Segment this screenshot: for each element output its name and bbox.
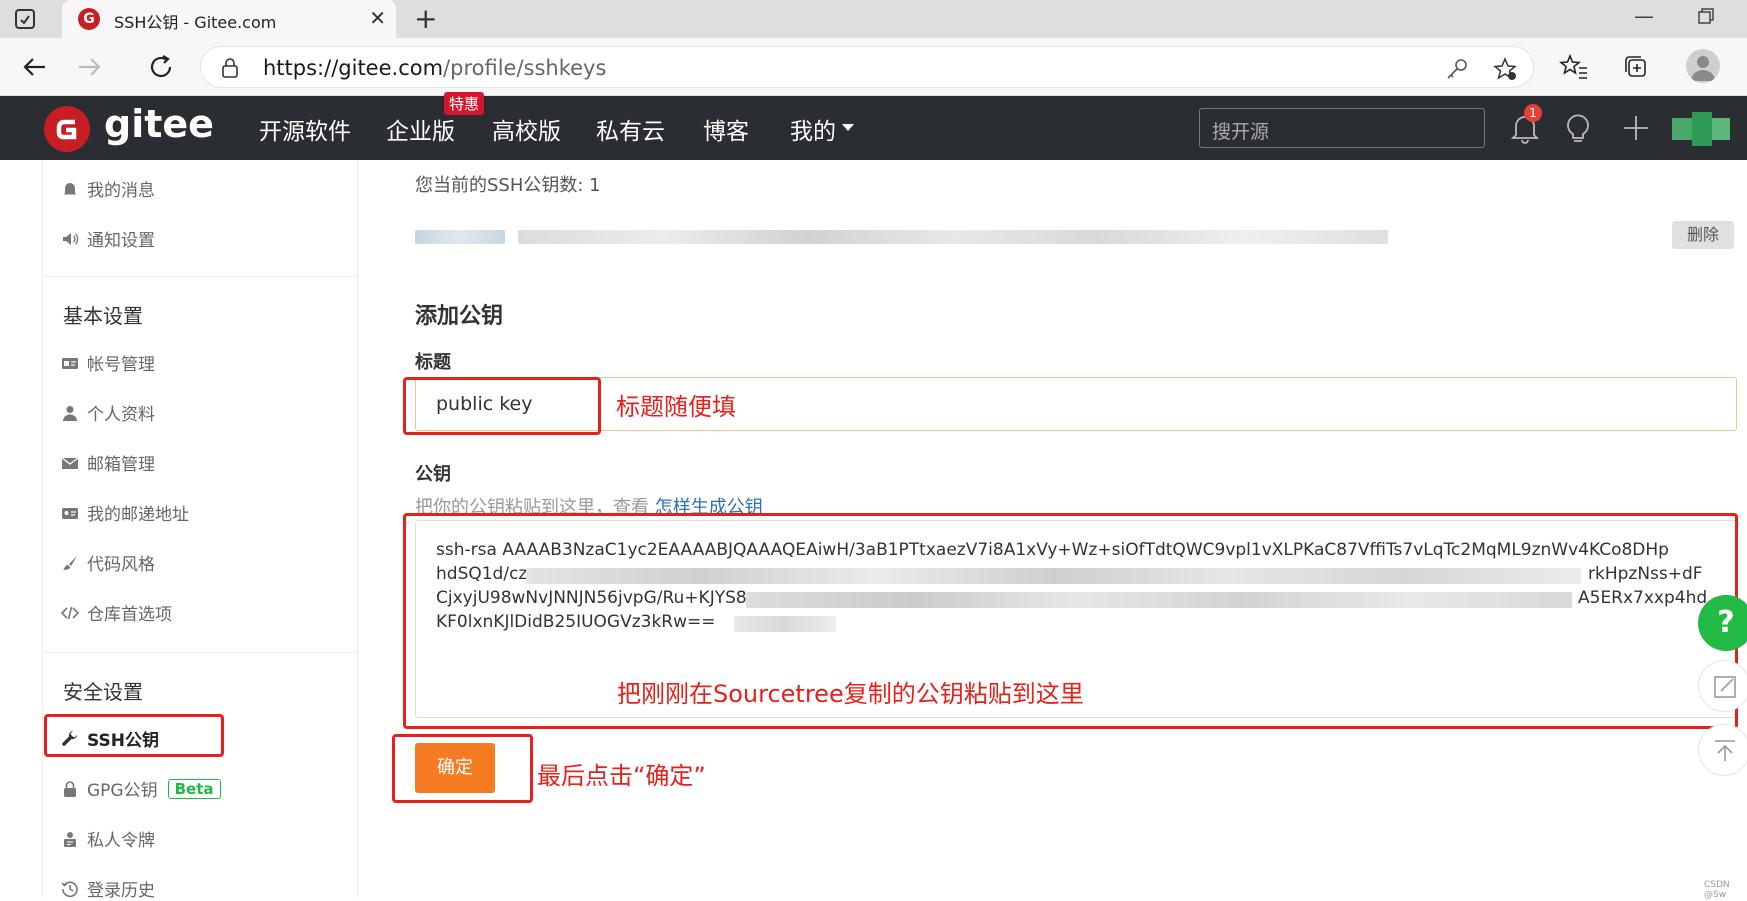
watermark-text: CSDN @Sw xyxy=(1704,880,1730,900)
sidebar-item-gpg-keys[interactable]: GPG公钥 Beta xyxy=(61,776,221,801)
favorites-icon[interactable] xyxy=(1559,52,1589,82)
search-placeholder: 搜开源 xyxy=(1212,121,1270,143)
browser-tab[interactable]: G SSH公钥 - Gitee.com ✕ xyxy=(62,0,396,38)
arrow-up-icon xyxy=(1715,740,1735,761)
ssh-keys-highlight-box xyxy=(44,714,224,757)
close-tab-icon[interactable]: ✕ xyxy=(369,6,386,30)
help-float-button[interactable]: ? xyxy=(1698,595,1747,651)
nav-private-cloud[interactable]: 私有云 xyxy=(596,112,665,146)
confirm-highlight-box xyxy=(392,734,533,803)
refresh-icon[interactable] xyxy=(146,52,176,82)
lock-icon[interactable] xyxy=(221,58,239,78)
url-path: /profile/sshkeys xyxy=(443,56,607,80)
sidebar-item-label: GPG公钥 xyxy=(87,781,158,801)
sidebar-item-profile[interactable]: 个人资料 xyxy=(61,400,155,425)
beta-badge: Beta xyxy=(167,778,221,799)
nav-mine[interactable]: 我的 xyxy=(790,112,836,146)
profile-avatar[interactable] xyxy=(1686,49,1720,83)
tab-actions-icon[interactable] xyxy=(14,8,36,30)
collections-icon[interactable] xyxy=(1621,52,1651,82)
forward-icon[interactable] xyxy=(74,52,104,82)
sidebar-item-label: 私人令牌 xyxy=(87,831,155,851)
sidebar-divider xyxy=(43,276,358,277)
sidebar-item-notification-settings[interactable]: 通知设置 xyxy=(61,226,155,251)
id-card-icon xyxy=(62,357,78,369)
sidebar-item-label: 通知设置 xyxy=(87,231,155,251)
back-icon[interactable] xyxy=(20,52,50,82)
address-card-icon xyxy=(62,507,78,519)
ssh-key-count: 您当前的SSH公钥数: 1 xyxy=(415,175,601,196)
blurred-key-fingerprint xyxy=(518,230,1388,244)
edit-icon xyxy=(1714,676,1736,698)
sidebar-item-label: 个人资料 xyxy=(87,405,155,425)
code-icon xyxy=(61,606,79,619)
lock-small-icon xyxy=(64,780,76,797)
token-icon xyxy=(64,831,76,847)
address-bar-row: https://gitee.com/profile/sshkeys xyxy=(0,38,1747,96)
sidebar-item-messages[interactable]: 我的消息 xyxy=(61,176,155,201)
sidebar-item-postal-address[interactable]: 我的邮递地址 xyxy=(61,500,189,525)
brush-icon xyxy=(63,555,77,570)
sidebar-divider xyxy=(43,652,358,653)
url-text: https://gitee.com/profile/sshkeys xyxy=(263,56,606,80)
sidebar-item-repo-preferences[interactable]: 仓库首选项 xyxy=(61,600,172,625)
tab-title: SSH公钥 - Gitee.com xyxy=(114,13,277,32)
restore-window-icon[interactable] xyxy=(1698,8,1714,24)
security-settings-heading: 安全设置 xyxy=(63,680,143,704)
lightbulb-icon[interactable] xyxy=(1564,110,1592,144)
gitee-logo-icon[interactable] xyxy=(44,106,90,152)
search-input[interactable]: 搜开源 xyxy=(1199,108,1485,148)
chevron-down-icon[interactable] xyxy=(842,124,854,132)
bell-small-icon xyxy=(63,182,77,196)
user-icon xyxy=(63,405,77,421)
minimize-icon[interactable]: — xyxy=(1634,4,1654,28)
sidebar-item-code-style[interactable]: 代码风格 xyxy=(61,550,155,575)
sidebar-item-label: 帐号管理 xyxy=(87,355,155,375)
sidebar-item-label: 我的邮递地址 xyxy=(87,505,189,525)
title-highlight-box xyxy=(403,377,601,435)
speaker-icon xyxy=(63,232,79,245)
plus-icon[interactable] xyxy=(1622,114,1650,142)
feedback-float-button[interactable] xyxy=(1698,660,1747,712)
history-icon xyxy=(61,881,78,897)
sidebar-item-private-tokens[interactable]: 私人令牌 xyxy=(61,826,155,851)
confirm-annotation: 最后点击“确定” xyxy=(537,762,706,790)
back-to-top-button[interactable] xyxy=(1698,724,1747,776)
enterprise-badge: 特惠 xyxy=(444,92,485,115)
add-favorite-icon[interactable] xyxy=(1493,57,1517,81)
title-annotation: 标题随便填 xyxy=(616,393,736,421)
sidebar-item-email[interactable]: 邮箱管理 xyxy=(61,450,155,475)
user-avatar[interactable] xyxy=(1672,112,1730,146)
sidebar-item-label: 仓库首选项 xyxy=(87,605,172,625)
new-tab-icon[interactable]: + xyxy=(414,2,437,35)
nav-education[interactable]: 高校版 xyxy=(492,112,561,146)
add-key-heading: 添加公钥 xyxy=(415,304,504,329)
delete-key-button[interactable]: 删除 xyxy=(1672,221,1734,249)
sidebar-item-label: 代码风格 xyxy=(87,555,155,575)
key-icon[interactable] xyxy=(1445,57,1469,81)
gitee-header: gitee 开源软件 企业版 特惠 高校版 私有云 博客 我的 搜开源 1 xyxy=(0,92,1747,160)
nav-open-source[interactable]: 开源软件 xyxy=(259,112,351,146)
sidebar-item-login-history[interactable]: 登录历史 xyxy=(61,876,155,901)
blurred-key-label xyxy=(415,230,505,244)
key-annotation: 把刚刚在Sourcetree复制的公钥粘贴到这里 xyxy=(617,680,1084,708)
gitee-favicon-icon: G xyxy=(78,8,100,30)
title-label: 标题 xyxy=(415,352,451,373)
nav-blog[interactable]: 博客 xyxy=(703,112,749,146)
notification-count-badge: 1 xyxy=(1524,104,1542,122)
browser-tab-bar: G SSH公钥 - Gitee.com ✕ + — xyxy=(0,0,1747,38)
gitee-logo-text[interactable]: gitee xyxy=(104,102,214,146)
url-field[interactable]: https://gitee.com/profile/sshkeys xyxy=(200,46,1534,88)
nav-enterprise[interactable]: 企业版 xyxy=(386,112,455,146)
sidebar-item-label: 登录历史 xyxy=(87,881,155,901)
basic-settings-heading: 基本设置 xyxy=(63,304,143,328)
envelope-icon xyxy=(61,456,79,469)
sidebar-item-label: 邮箱管理 xyxy=(87,455,155,475)
sidebar-item-account[interactable]: 帐号管理 xyxy=(61,350,155,375)
title-input[interactable]: public key xyxy=(415,377,1737,431)
public-key-label: 公钥 xyxy=(415,464,451,485)
url-host: https://gitee.com xyxy=(263,56,444,80)
settings-sidebar: 我的消息 通知设置 基本设置 帐号管理 个人资料 邮箱管理 我的邮递地址 代码风… xyxy=(42,160,358,901)
sidebar-item-label: 我的消息 xyxy=(87,181,155,201)
